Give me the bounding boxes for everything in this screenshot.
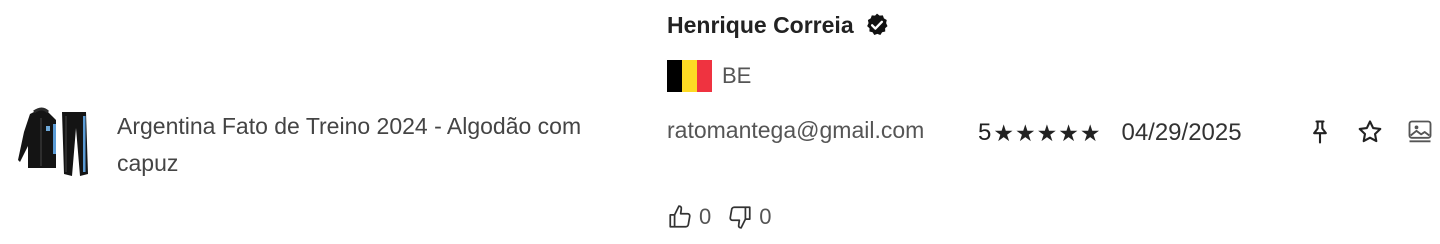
like-count: 0 [699,204,712,229]
review-actions [1305,117,1440,147]
like-button[interactable]: 0 [667,204,711,230]
thumbs-down-icon [729,206,751,229]
verified-check-icon [864,12,890,38]
pin-button[interactable] [1305,117,1335,147]
image-button[interactable] [1405,117,1435,147]
dislike-count: 0 [759,204,772,229]
rating-stars: ★★★★★ [993,119,1102,146]
rating-value: 5 [978,119,992,146]
favorite-button[interactable] [1355,117,1385,147]
star-outline-icon [1358,120,1382,143]
product-title[interactable]: Argentina Fato de Treino 2024 - Algodão … [117,108,617,182]
reviewer-name: Henrique Correia [667,12,854,38]
belgium-flag-icon [667,60,712,92]
dislike-button[interactable]: 0 [727,204,772,230]
product-thumbnail[interactable] [16,106,90,180]
review-rating: 5 ★★★★★ 04/29/2025 [978,114,1242,152]
reviewer-name-row: Henrique Correia [667,9,890,41]
review-votes: 0 0 [667,204,788,230]
reviewer-country: BE [667,60,751,92]
thumbs-up-icon [669,205,691,228]
reviewer-email: ratomantega@gmail.com [667,117,925,143]
image-icon [1408,120,1432,143]
country-code: BE [722,63,752,88]
tracksuit-image [18,107,88,176]
pin-icon [1313,120,1327,144]
review-date: 04/29/2025 [1121,119,1242,146]
